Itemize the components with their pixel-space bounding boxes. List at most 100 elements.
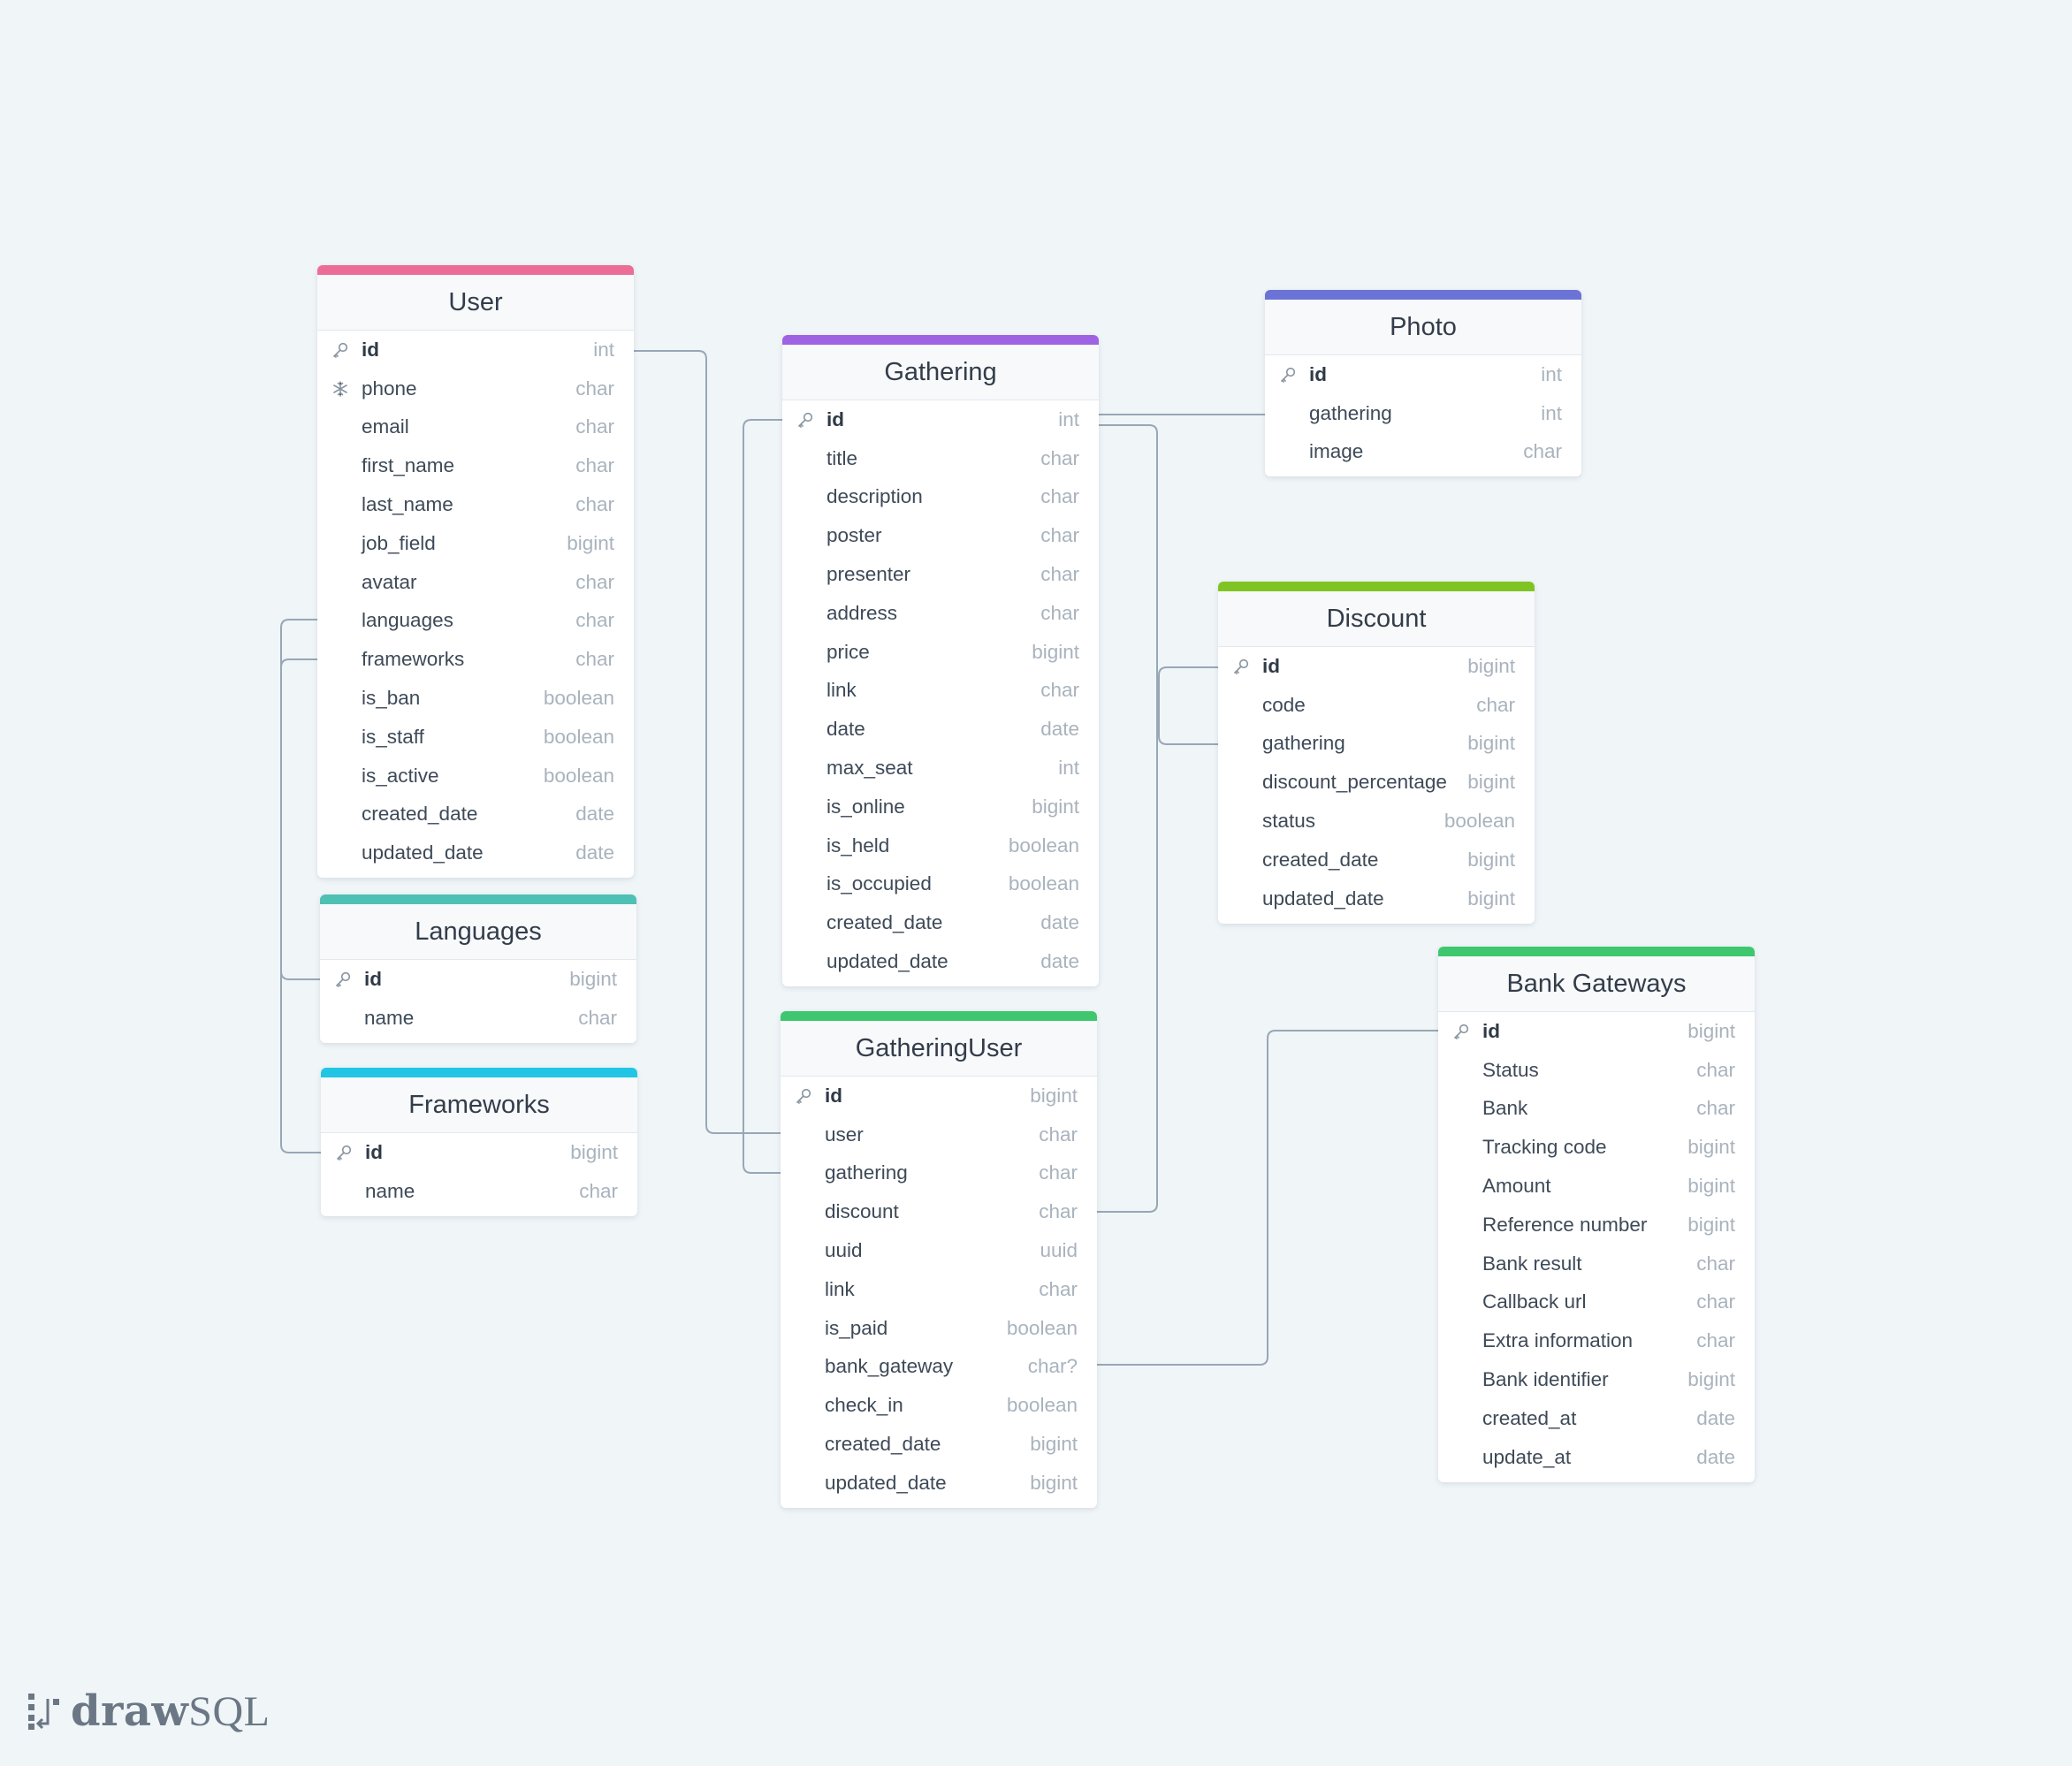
field-icon-slot: [795, 680, 816, 701]
field-icon-slot: [330, 572, 351, 593]
table-gathering[interactable]: Gathering id int title char description char po…: [782, 335, 1099, 986]
relation-line[interactable]: [1097, 424, 1158, 1213]
field-row[interactable]: created_at date: [1438, 1399, 1755, 1438]
field-type: date: [575, 841, 614, 864]
field-row[interactable]: bank_gateway char?: [781, 1348, 1097, 1387]
field-row[interactable]: discount char: [781, 1192, 1097, 1231]
field-row[interactable]: id int: [317, 331, 634, 369]
field-row[interactable]: is_online bigint: [782, 788, 1099, 826]
field-name: gathering: [1309, 401, 1392, 424]
diagram-canvas[interactable]: User id int phone char email char first_name cha…: [0, 0, 2072, 1766]
field-row[interactable]: created_date bigint: [781, 1425, 1097, 1464]
field-icon-slot: [1451, 1330, 1472, 1351]
field-row[interactable]: Callback url char: [1438, 1283, 1755, 1322]
table-title[interactable]: Bank Gateways: [1438, 956, 1755, 1012]
field-row[interactable]: presenter char: [782, 555, 1099, 594]
field-row[interactable]: first_name char: [317, 446, 634, 485]
field-type: boolean: [1006, 1394, 1078, 1417]
field-row[interactable]: Reference number bigint: [1438, 1206, 1755, 1245]
field-row[interactable]: created_date date: [317, 795, 634, 834]
relation-line[interactable]: [743, 419, 782, 1174]
field-row[interactable]: is_held boolean: [782, 826, 1099, 865]
table-languages[interactable]: Languages id bigint name char: [320, 894, 636, 1043]
relation-line[interactable]: [1097, 1030, 1438, 1366]
field-row[interactable]: update_at date: [1438, 1438, 1755, 1477]
field-row[interactable]: created_date date: [782, 903, 1099, 942]
field-row[interactable]: uuid uuid: [781, 1231, 1097, 1270]
field-row[interactable]: updated_date date: [782, 942, 1099, 981]
field-row[interactable]: id bigint: [1218, 647, 1535, 686]
field-row[interactable]: date date: [782, 710, 1099, 749]
relation-line[interactable]: [1158, 666, 1218, 745]
table-title[interactable]: GatheringUser: [781, 1021, 1097, 1077]
field-row[interactable]: user char: [781, 1115, 1097, 1154]
table-photo[interactable]: Photo id int gathering int image char: [1265, 290, 1581, 477]
field-row[interactable]: id bigint: [781, 1077, 1097, 1115]
brand-logo[interactable]: drawSQL: [27, 1685, 270, 1738]
field-row[interactable]: Bank char: [1438, 1090, 1755, 1129]
field-row[interactable]: address char: [782, 594, 1099, 633]
table-frameworks[interactable]: Frameworks id bigint name char: [321, 1068, 637, 1216]
field-row[interactable]: code char: [1218, 686, 1535, 725]
field-row[interactable]: id bigint: [1438, 1012, 1755, 1051]
field-row[interactable]: description char: [782, 478, 1099, 517]
field-row[interactable]: email char: [317, 408, 634, 447]
field-row[interactable]: gathering char: [781, 1154, 1097, 1193]
field-row[interactable]: Bank identifier bigint: [1438, 1360, 1755, 1399]
field-row[interactable]: Extra information char: [1438, 1321, 1755, 1360]
field-row[interactable]: poster char: [782, 516, 1099, 555]
field-type: char: [1040, 524, 1079, 547]
field-row[interactable]: frameworks char: [317, 640, 634, 679]
field-icon-slot: [1451, 1253, 1472, 1275]
field-row[interactable]: is_staff boolean: [317, 718, 634, 757]
table-bank-gateways[interactable]: Bank Gateways id bigint Status char Bank char T…: [1438, 947, 1755, 1482]
field-row[interactable]: gathering int: [1265, 394, 1581, 433]
field-row[interactable]: updated_date date: [317, 834, 634, 872]
field-row[interactable]: languages char: [317, 602, 634, 641]
field-row[interactable]: Bank result char: [1438, 1245, 1755, 1283]
table-user[interactable]: User id int phone char email char first_name cha…: [317, 265, 634, 879]
field-row[interactable]: id int: [782, 400, 1099, 439]
table-title[interactable]: Languages: [320, 904, 636, 960]
field-row[interactable]: id bigint: [321, 1133, 637, 1172]
field-row[interactable]: price bigint: [782, 633, 1099, 672]
field-icon-slot: [793, 1395, 814, 1416]
field-row[interactable]: last_name char: [317, 485, 634, 524]
relation-line[interactable]: [280, 619, 320, 980]
field-row[interactable]: phone char: [317, 369, 634, 408]
field-row[interactable]: gathering bigint: [1218, 725, 1535, 764]
field-row[interactable]: Status char: [1438, 1051, 1755, 1090]
relation-line[interactable]: [634, 350, 781, 1134]
table-title[interactable]: Photo: [1265, 300, 1581, 355]
field-row[interactable]: avatar char: [317, 563, 634, 602]
table-title[interactable]: User: [317, 275, 634, 331]
field-row[interactable]: name char: [321, 1172, 637, 1211]
field-row[interactable]: link char: [781, 1270, 1097, 1309]
field-row[interactable]: is_active boolean: [317, 757, 634, 795]
field-row[interactable]: is_ban boolean: [317, 679, 634, 718]
field-row[interactable]: job_field bigint: [317, 524, 634, 563]
table-title[interactable]: Frameworks: [321, 1077, 637, 1133]
table-title[interactable]: Discount: [1218, 591, 1535, 647]
table-discount[interactable]: Discount id bigint code char gathering bigint d…: [1218, 582, 1535, 924]
field-row[interactable]: link char: [782, 672, 1099, 711]
field-row[interactable]: Tracking code bigint: [1438, 1128, 1755, 1167]
field-row[interactable]: is_paid boolean: [781, 1309, 1097, 1348]
field-row[interactable]: status boolean: [1218, 802, 1535, 841]
field-row[interactable]: title char: [782, 439, 1099, 478]
field-row[interactable]: image char: [1265, 433, 1581, 472]
field-row[interactable]: name char: [320, 999, 636, 1038]
field-row[interactable]: id bigint: [320, 960, 636, 999]
table-gathering-user[interactable]: GatheringUser id bigint user char gathering ch…: [781, 1011, 1097, 1508]
field-row[interactable]: id int: [1265, 355, 1581, 394]
field-row[interactable]: max_seat int: [782, 749, 1099, 788]
field-row[interactable]: is_occupied boolean: [782, 865, 1099, 904]
table-title[interactable]: Gathering: [782, 345, 1099, 400]
relation-line[interactable]: [280, 658, 321, 1153]
field-row[interactable]: updated_date bigint: [781, 1464, 1097, 1503]
field-row[interactable]: discount_percentage bigint: [1218, 763, 1535, 802]
field-row[interactable]: Amount bigint: [1438, 1167, 1755, 1206]
field-row[interactable]: updated_date bigint: [1218, 879, 1535, 918]
field-row[interactable]: created_date bigint: [1218, 841, 1535, 879]
field-row[interactable]: check_in boolean: [781, 1386, 1097, 1425]
